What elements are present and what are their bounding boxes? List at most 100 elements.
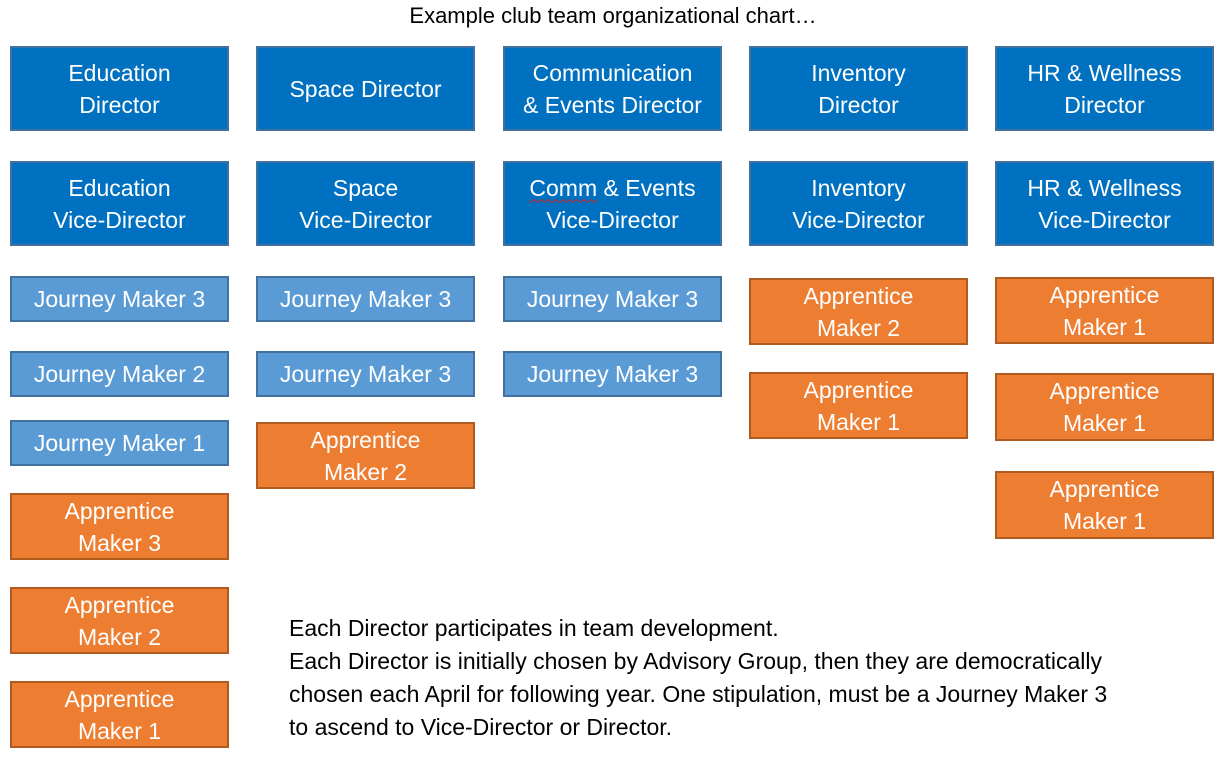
- box-label-line: Vice-Director: [1038, 206, 1171, 233]
- box-label-line: Maker 2: [323, 458, 408, 485]
- box-label-line: HR & Wellness: [1027, 59, 1182, 86]
- apprentice-maker-box: Apprentice Maker 2: [10, 587, 229, 654]
- box-label-line: Maker 2: [816, 314, 901, 341]
- box-label-line: Apprentice: [1049, 281, 1160, 308]
- note-line: to ascend to Vice-Director or Director.: [289, 714, 673, 740]
- box-label-line: Comm & Events: [529, 174, 696, 201]
- box-label-line: Vice-Director: [546, 206, 679, 233]
- vice-director-box: Comm & Events Vice-Director: [503, 161, 722, 246]
- box-label-line: Apprentice: [803, 282, 914, 309]
- box-label-line: Journey Maker 3: [33, 286, 206, 312]
- box-label-line: Journey Maker 3: [526, 361, 699, 387]
- box-label-line: Communication: [532, 59, 693, 86]
- box-label-line: Apprentice: [1049, 378, 1160, 404]
- box-label-line: Maker 1: [1062, 410, 1147, 436]
- box-label: Apprentice Maker 1: [1050, 279, 1160, 343]
- apprentice-maker-box: Apprentice Maker 1: [749, 372, 968, 439]
- journey-maker-box: Journey Maker 3: [256, 351, 475, 397]
- box-label: Apprentice Maker 1: [1050, 473, 1160, 537]
- box-label: Journey Maker 2: [34, 358, 205, 390]
- box-label-line: Maker 3: [77, 529, 162, 556]
- box-label: Comm & Events Vice-Director: [529, 172, 695, 236]
- vice-director-box: Education Vice-Director: [10, 161, 229, 246]
- director-box: Inventory Director: [749, 46, 968, 131]
- box-label-line: Space: [332, 174, 399, 201]
- box-label-line: Journey Maker 1: [33, 430, 206, 456]
- box-label-line: Inventory: [811, 59, 906, 86]
- box-label: Communication & Events Director: [523, 57, 702, 121]
- box-label-line: Director: [818, 91, 899, 118]
- apprentice-maker-box: Apprentice Maker 3: [10, 493, 229, 560]
- box-label-line: Apprentice: [310, 426, 421, 453]
- box-label-line: Maker 1: [1062, 508, 1147, 534]
- box-label-line: Apprentice: [64, 685, 175, 712]
- box-label-line: Maker 2: [77, 623, 162, 650]
- note-line: chosen each April for following year. On…: [289, 681, 1108, 707]
- vice-director-box: HR & Wellness Vice-Director: [995, 161, 1214, 246]
- box-label: Apprentice Maker 2: [311, 424, 421, 488]
- box-label: Education Director: [68, 57, 170, 121]
- journey-maker-box: Journey Maker 1: [10, 420, 229, 466]
- vice-director-box: Inventory Vice-Director: [749, 161, 968, 246]
- apprentice-maker-box: Apprentice Maker 1: [995, 373, 1214, 441]
- chart-title: Example club team organizational chart…: [409, 3, 817, 28]
- box-label-line: Space Director: [289, 75, 442, 102]
- box-label: Journey Maker 3: [280, 358, 451, 390]
- box-label: Journey Maker 3: [527, 283, 698, 315]
- spellcheck-word: Comm: [529, 174, 598, 201]
- journey-maker-box: Journey Maker 3: [256, 276, 475, 322]
- box-label-line: Maker 1: [816, 408, 901, 435]
- director-box: HR & Wellness Director: [995, 46, 1214, 131]
- box-label: Apprentice Maker 1: [804, 374, 914, 438]
- apprentice-maker-box: Apprentice Maker 2: [256, 422, 475, 489]
- apprentice-maker-box: Apprentice Maker 1: [10, 681, 229, 748]
- journey-maker-box: Journey Maker 3: [10, 276, 229, 322]
- box-label-line: Apprentice: [803, 376, 914, 403]
- box-label: Apprentice Maker 1: [65, 683, 175, 747]
- box-label: HR & Wellness Vice-Director: [1027, 172, 1181, 236]
- box-label: Journey Maker 3: [280, 283, 451, 315]
- box-label: Inventory Vice-Director: [792, 172, 925, 236]
- box-label-line: Director: [79, 91, 160, 118]
- box-label: Journey Maker 3: [527, 358, 698, 390]
- box-label: Apprentice Maker 3: [65, 495, 175, 559]
- box-label: Inventory Director: [811, 57, 906, 121]
- box-label-line: Journey Maker 3: [279, 286, 452, 312]
- box-label-line: Journey Maker 3: [279, 361, 452, 387]
- box-label: Journey Maker 3: [34, 283, 205, 315]
- box-label: Journey Maker 1: [34, 427, 205, 459]
- box-label-line: Journey Maker 3: [526, 286, 699, 312]
- box-label-line: Apprentice: [64, 497, 175, 524]
- box-label-line: Education: [68, 174, 171, 201]
- box-label: Apprentice Maker 2: [804, 280, 914, 344]
- box-label-line: Vice-Director: [53, 206, 186, 233]
- box-label-line: Apprentice: [1049, 476, 1160, 502]
- box-label-line: HR & Wellness: [1027, 174, 1182, 201]
- box-label-line: Education: [68, 59, 171, 86]
- box-label: Space Vice-Director: [299, 172, 432, 236]
- box-label-line: Vice-Director: [792, 206, 925, 233]
- director-box: Communication & Events Director: [503, 46, 722, 131]
- vice-director-box: Space Vice-Director: [256, 161, 475, 246]
- explanation-note: Each Director participates in team devel…: [289, 612, 1219, 744]
- journey-maker-box: Journey Maker 3: [503, 351, 722, 397]
- box-label: Space Director: [289, 73, 441, 105]
- box-label-line: Maker 1: [1062, 313, 1147, 340]
- apprentice-maker-box: Apprentice Maker 1: [995, 471, 1214, 539]
- note-line: Each Director participates in team devel…: [289, 615, 779, 641]
- director-box: Space Director: [256, 46, 475, 131]
- note-line: Each Director is initially chosen by Adv…: [289, 648, 1103, 674]
- box-label-line: Maker 1: [77, 717, 162, 744]
- director-box: Education Director: [10, 46, 229, 131]
- box-label: Education Vice-Director: [53, 172, 186, 236]
- box-label-line: Vice-Director: [299, 206, 432, 233]
- box-label-line: Apprentice: [64, 591, 175, 618]
- box-label: Apprentice Maker 2: [65, 589, 175, 653]
- box-label-line: & Events Director: [523, 91, 702, 118]
- box-label-line: Journey Maker 2: [33, 361, 206, 387]
- box-label: Apprentice Maker 1: [1050, 375, 1160, 439]
- box-label-line: Director: [1064, 91, 1145, 118]
- journey-maker-box: Journey Maker 2: [10, 351, 229, 397]
- apprentice-maker-box: Apprentice Maker 2: [749, 278, 968, 345]
- box-label: HR & Wellness Director: [1027, 57, 1181, 121]
